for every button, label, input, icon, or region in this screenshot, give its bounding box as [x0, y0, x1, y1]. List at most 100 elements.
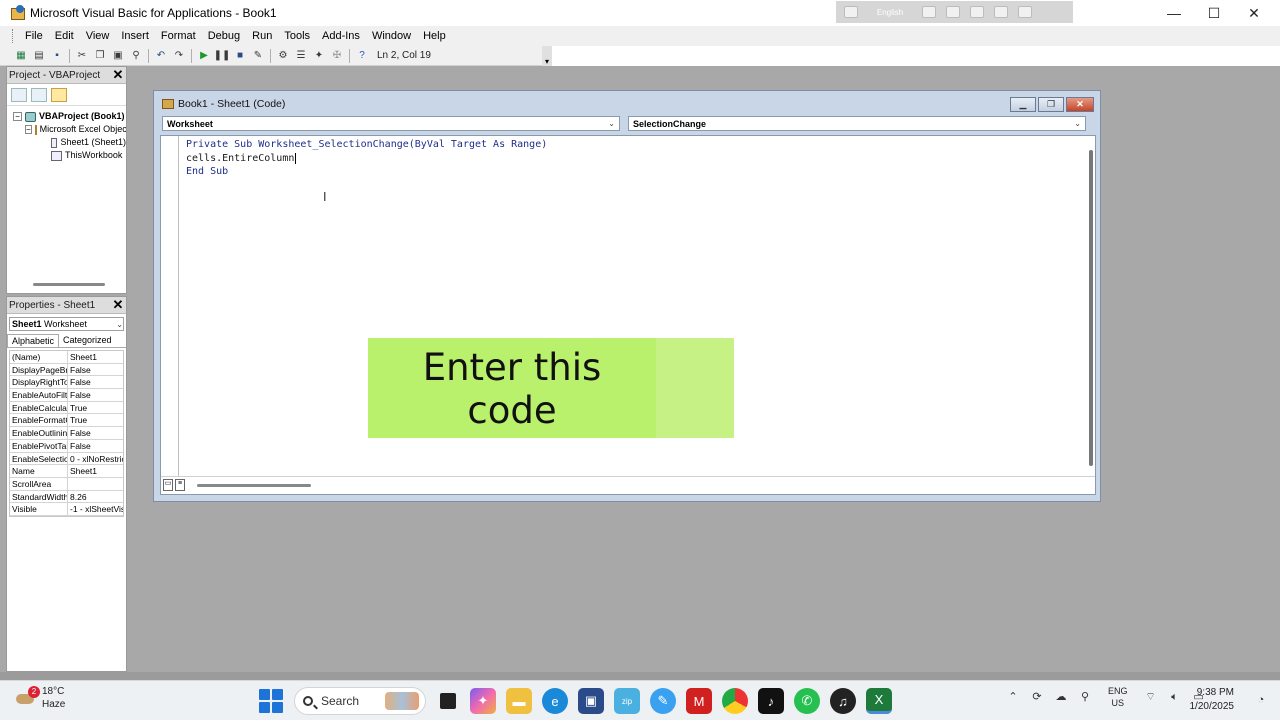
ime-settings-icon[interactable] [970, 6, 984, 18]
copilot-icon[interactable]: ✦ [470, 688, 496, 714]
help-icon[interactable]: ? [354, 48, 370, 64]
code-text[interactable]: Private Sub Worksheet_SelectionChange(By… [186, 138, 547, 179]
menu-file[interactable]: File [19, 30, 49, 42]
start-button[interactable] [258, 688, 284, 714]
object-combo[interactable]: Worksheet ⌄ [162, 116, 620, 131]
code-margin-indicator-bar[interactable] [161, 136, 179, 478]
close-button[interactable]: ✕ [1234, 0, 1274, 26]
property-row[interactable]: EnableAutoFilterFalse [10, 389, 123, 402]
properties-window-icon[interactable]: ☰ [293, 48, 309, 64]
project-horizontal-scrollbar[interactable] [33, 283, 105, 286]
property-row[interactable]: Visible-1 - xlSheetVisible [10, 503, 123, 516]
property-row[interactable]: StandardWidth 8.26 [10, 490, 123, 504]
object-browser-icon[interactable]: ✦ [311, 48, 327, 64]
minimize-button[interactable]: — [1154, 0, 1194, 26]
microphone-icon[interactable]: ⚲ [1078, 690, 1092, 704]
maximize-button[interactable]: ☐ [1194, 0, 1234, 26]
property-value[interactable]: False [68, 389, 123, 401]
view-object-icon[interactable] [31, 87, 47, 102]
task-view-icon[interactable] [440, 693, 456, 709]
properties-object-select[interactable]: Sheet1 Worksheet ⌄ [9, 317, 124, 331]
ime-mode-icon[interactable] [946, 6, 960, 18]
property-value[interactable] [68, 478, 123, 490]
menu-insert[interactable]: Insert [115, 30, 155, 42]
cloud-icon[interactable]: ☁ [1054, 690, 1068, 704]
menu-run[interactable]: Run [246, 30, 278, 42]
file-explorer-icon[interactable]: ▬ [506, 688, 532, 714]
property-row[interactable]: DisplayRightToLeftFalse [10, 376, 123, 390]
code-restore-icon[interactable]: ❐ [1038, 97, 1064, 112]
excel-icon[interactable]: X [866, 688, 892, 714]
property-value[interactable]: False [68, 376, 123, 388]
chevron-up-icon[interactable]: ⌃ [1006, 690, 1020, 704]
property-row[interactable]: EnableSelection0 - xlNoRestrictions [10, 452, 123, 466]
property-value[interactable]: False [68, 364, 123, 376]
property-value[interactable]: True [68, 402, 123, 414]
procedure-view-icon[interactable]: ▭ [163, 479, 173, 491]
cut-icon[interactable]: ✂ [74, 48, 90, 64]
menu-tools[interactable]: Tools [278, 30, 316, 42]
chrome-icon[interactable] [722, 688, 748, 714]
toolbar-options-chevron-icon[interactable]: ▾ [542, 46, 552, 66]
menu-add-ins[interactable]: Add-Ins [316, 30, 366, 42]
property-value[interactable]: 0 - xlNoRestrictions [68, 453, 123, 465]
notifications-icon[interactable]: ◔ [1254, 693, 1268, 707]
tree-item-sheet1[interactable]: Sheet1 (Sheet1) [13, 136, 126, 149]
break-icon[interactable]: ❚❚ [214, 48, 231, 64]
undo-icon[interactable]: ↶ [153, 48, 169, 64]
whatsapp-icon[interactable]: ✆ [794, 688, 820, 714]
property-row[interactable]: (Name) Sheet1 [10, 351, 123, 364]
music-app-icon[interactable]: ♫ [830, 688, 856, 714]
toggle-folders-icon[interactable] [51, 87, 67, 102]
copy-icon[interactable]: ❐ [92, 48, 108, 64]
ime-help-icon[interactable] [1018, 6, 1032, 18]
property-value[interactable]: Sheet1 [68, 465, 123, 477]
ime-keyboard-icon[interactable] [922, 6, 936, 18]
weather-widget[interactable]: 2 18°C Haze [14, 685, 65, 711]
mcafee-icon[interactable]: M [686, 688, 712, 714]
input-language[interactable]: ENG US [1108, 685, 1128, 709]
paste-icon[interactable]: ▣ [110, 48, 126, 64]
property-value[interactable]: -1 - xlSheetVisible [68, 503, 123, 515]
property-value[interactable]: True [68, 414, 123, 426]
property-row[interactable]: EnablePivotTableFalse [10, 439, 123, 453]
code-vertical-scrollbar[interactable] [1089, 150, 1093, 466]
run-icon[interactable]: ▶ [196, 48, 212, 64]
view-excel-icon[interactable]: ▦ [13, 48, 29, 64]
property-value[interactable]: Sheet1 [68, 351, 123, 363]
wifi-icon[interactable]: ⌔ [1144, 690, 1158, 704]
property-row[interactable]: EnableFormatConditionsCalculationTrue [10, 414, 123, 428]
save-icon[interactable]: ▪ [49, 48, 65, 64]
property-row[interactable]: ScrollArea [10, 477, 123, 491]
menu-view[interactable]: View [80, 30, 116, 42]
collapse-icon[interactable]: − [25, 125, 32, 134]
design-mode-icon[interactable]: ✎ [250, 48, 266, 64]
tree-item-excel-objects[interactable]: − Microsoft Excel Objects [13, 123, 126, 136]
project-panel-close-icon[interactable]: ✕ [110, 67, 126, 83]
paint-icon[interactable]: ✎ [650, 688, 676, 714]
edge-icon[interactable]: e [542, 688, 568, 714]
code-close-icon[interactable]: ✕ [1066, 97, 1094, 112]
zoom-app-icon[interactable]: zip [614, 688, 640, 714]
property-row[interactable]: EnableCalculationTrue [10, 401, 123, 415]
tab-alphabetic[interactable]: Alphabetic [7, 334, 60, 347]
code-line-3[interactable]: End Sub [186, 165, 547, 179]
taskbar-search[interactable]: Search [294, 687, 426, 715]
redo-icon[interactable]: ↷ [171, 48, 187, 64]
tab-categorized[interactable]: Categorized [59, 334, 116, 347]
menu-help[interactable]: Help [417, 30, 452, 42]
insert-module-icon[interactable]: ▤ [31, 48, 47, 64]
code-editor[interactable]: Private Sub Worksheet_SelectionChange(By… [160, 135, 1096, 495]
find-icon[interactable]: ⚲ [128, 48, 144, 64]
properties-panel-close-icon[interactable]: ✕ [110, 297, 126, 313]
menu-window[interactable]: Window [366, 30, 417, 42]
menu-format[interactable]: Format [155, 30, 202, 42]
property-value[interactable]: False [68, 427, 123, 439]
project-explorer-icon[interactable]: ⚙ [275, 48, 291, 64]
ime-language-label[interactable]: English [868, 8, 912, 17]
reset-icon[interactable]: ■ [232, 48, 248, 64]
full-module-view-icon[interactable]: ≡ [175, 479, 185, 491]
ime-input-icon[interactable] [844, 6, 858, 18]
view-code-icon[interactable] [11, 87, 27, 102]
ime-options-icon[interactable] [994, 6, 1008, 18]
